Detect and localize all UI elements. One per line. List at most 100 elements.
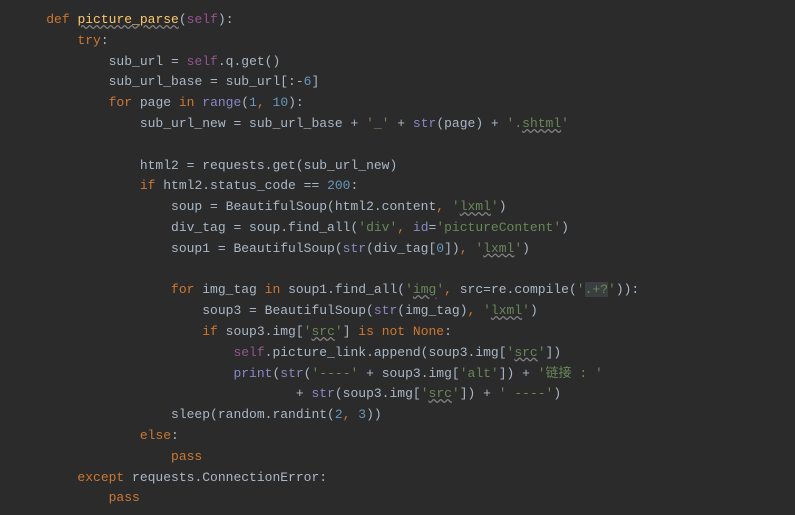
token: 3: [358, 407, 366, 422]
code-line: + str(soup3.img['src']) + ' ----'): [15, 384, 780, 405]
token: ]): [546, 345, 562, 360]
token: for: [109, 95, 140, 110]
token: is not: [358, 324, 413, 339]
token: str: [413, 116, 436, 131]
token: (img_tag): [397, 303, 467, 318]
token: sub_url_base = sub_url[:-: [109, 74, 304, 89]
token: soup1.find_all(: [288, 282, 405, 297]
token: +: [397, 116, 413, 131]
token: 1: [249, 95, 257, 110]
token: '.: [507, 116, 523, 131]
token: ': [538, 345, 546, 360]
token: ': [561, 116, 569, 131]
code-line: else:: [15, 426, 780, 447]
token: [15, 137, 23, 152]
code-line: sub_url_new = sub_url_base + '_' + str(p…: [15, 114, 780, 135]
token: try: [77, 33, 100, 48]
token: ]): [444, 241, 460, 256]
token: picture_parse: [77, 12, 178, 27]
token: ,: [343, 407, 359, 422]
token: +: [296, 386, 312, 401]
token: img_tag: [202, 282, 264, 297]
token: ': [522, 303, 530, 318]
token: :: [171, 428, 179, 443]
token: id: [413, 220, 429, 235]
token: src: [460, 282, 483, 297]
code-line: soup3 = BeautifulSoup(str(img_tag), 'lxm…: [15, 301, 780, 322]
token: for: [171, 282, 202, 297]
token: src: [429, 386, 452, 401]
code-line: sub_url = self.q.get(): [15, 52, 780, 73]
token: lxml: [483, 241, 514, 256]
token: else: [140, 428, 171, 443]
token: 'alt': [460, 366, 499, 381]
code-line: [15, 135, 780, 156]
code-line: for img_tag in soup1.find_all('img', src…: [15, 280, 780, 301]
token: ': [335, 324, 343, 339]
token: (: [179, 12, 187, 27]
token: ): [561, 220, 569, 235]
token: page: [140, 95, 179, 110]
token: html2.status_code ==: [163, 178, 327, 193]
token: except: [77, 470, 132, 485]
token: src: [514, 345, 537, 360]
token: if: [140, 178, 163, 193]
token: =re.compile(: [483, 282, 577, 297]
token: + soup3.img[: [366, 366, 460, 381]
token: (: [241, 95, 249, 110]
token: pass: [171, 449, 202, 464]
token: sub_url_new = sub_url_base +: [140, 116, 366, 131]
token: shtml: [522, 116, 561, 131]
token: ': [483, 303, 491, 318]
code-line: sub_url_base = sub_url[:-6]: [15, 72, 780, 93]
token: )):: [616, 282, 639, 297]
token: :: [350, 178, 358, 193]
token: ]: [343, 324, 359, 339]
token: str: [311, 386, 334, 401]
token: ): [499, 199, 507, 214]
code-line: print(str('----' + soup3.img['alt']) + '…: [15, 364, 780, 385]
token: sleep(random.randint(: [171, 407, 335, 422]
token: ' ----': [499, 386, 554, 401]
code-line: for page in range(1, 10):: [15, 93, 780, 114]
token: ': [436, 282, 444, 297]
token: ': [452, 199, 460, 214]
code-line: soup = BeautifulSoup(html2.content, 'lxm…: [15, 197, 780, 218]
token: 'div': [358, 220, 397, 235]
token: ,: [436, 199, 452, 214]
token: ):: [218, 12, 234, 27]
token: soup3.img[: [226, 324, 304, 339]
token: '----': [311, 366, 366, 381]
token: .q.get(): [218, 54, 280, 69]
token: ]) +: [499, 366, 538, 381]
token: soup1 = BeautifulSoup(: [171, 241, 343, 256]
token: lxml: [491, 303, 522, 318]
token: ):: [288, 95, 304, 110]
code-line: html2 = requests.get(sub_url_new): [15, 156, 780, 177]
token: soup = BeautifulSoup(html2.content: [171, 199, 436, 214]
token: ]: [311, 74, 319, 89]
code-line: soup1 = BeautifulSoup(str(div_tag[0]), '…: [15, 239, 780, 260]
token: requests.ConnectionError:: [132, 470, 327, 485]
code-line: sleep(random.randint(2, 3)): [15, 405, 780, 426]
token: ]) +: [460, 386, 499, 401]
token: ': [577, 282, 585, 297]
code-line: self.picture_link.append(soup3.img['src'…: [15, 343, 780, 364]
token: ': [608, 282, 616, 297]
token: ': [475, 241, 483, 256]
token: str: [374, 303, 397, 318]
token: print: [233, 366, 272, 381]
code-line: [15, 260, 780, 281]
code-line: pass: [15, 488, 780, 509]
token: src: [311, 324, 334, 339]
token: ': [405, 282, 413, 297]
code-line: try:: [15, 31, 780, 52]
token: ': [491, 199, 499, 214]
token: div_tag = soup.find_all(: [171, 220, 358, 235]
token: '链接 : ': [538, 366, 603, 381]
token: self: [233, 345, 264, 360]
token: (page) +: [436, 116, 506, 131]
token: ,: [257, 95, 273, 110]
token: ,: [468, 303, 484, 318]
token: [15, 262, 23, 277]
